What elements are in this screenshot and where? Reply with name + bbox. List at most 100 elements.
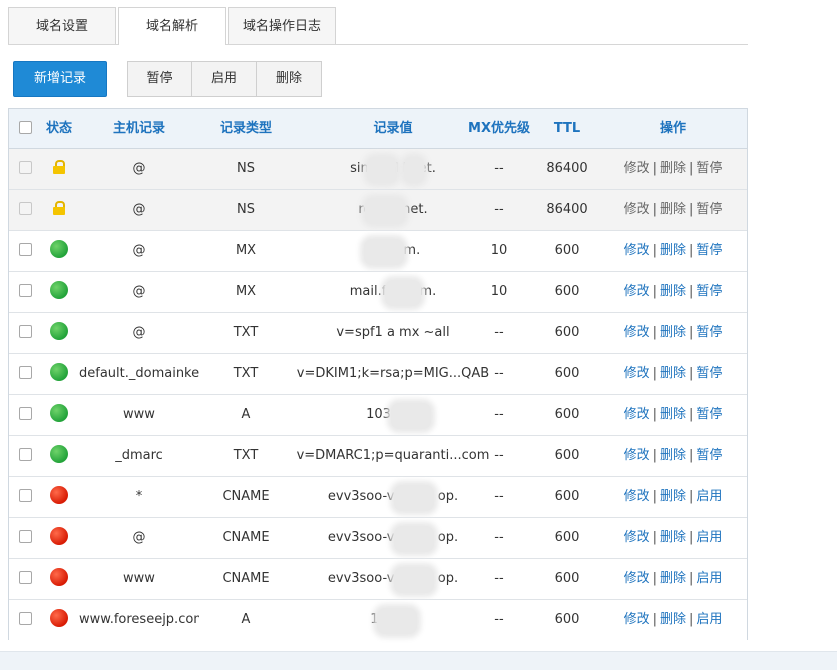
delete-link[interactable]: 删除 bbox=[660, 284, 686, 299]
row-checkbox[interactable] bbox=[18, 366, 32, 379]
actions-cell: 修改 | 删除 | 暂停 bbox=[605, 272, 741, 312]
table-row: www A 103.152 -- 600 修改 | 删除 | 暂停 bbox=[9, 395, 747, 436]
toggle-link[interactable]: 暂停 bbox=[696, 284, 722, 299]
actions-cell: 修改 | 删除 | 暂停 bbox=[605, 149, 741, 189]
edit-link[interactable]: 修改 bbox=[624, 530, 650, 545]
toggle-link[interactable]: 暂停 bbox=[696, 448, 722, 463]
row-checkbox[interactable] bbox=[18, 202, 32, 215]
table-row: @ CNAME evv3soo-v.cnam op. -- 600 修改 | 删除 | 启用 bbox=[9, 518, 747, 559]
delete-link[interactable]: 删除 bbox=[660, 161, 686, 176]
row-select-cell bbox=[15, 354, 35, 394]
edit-link[interactable]: 修改 bbox=[624, 489, 650, 504]
type-cell: TXT bbox=[233, 325, 259, 340]
delete-link[interactable]: 删除 bbox=[660, 325, 686, 340]
toggle-link[interactable]: 暂停 bbox=[696, 202, 722, 217]
row-checkbox[interactable] bbox=[18, 612, 32, 625]
action-separator: | bbox=[689, 161, 694, 176]
dns-records-table: 状态 主机记录 记录类型 记录值 MX优先级 TTL 操作 @ NS sinew.d… bbox=[8, 108, 748, 641]
toggle-link[interactable]: 暂停 bbox=[696, 366, 722, 381]
mx-cell: -- bbox=[494, 366, 504, 381]
row-checkbox[interactable] bbox=[18, 571, 32, 584]
row-checkbox[interactable] bbox=[18, 243, 32, 256]
actions-cell: 修改 | 删除 | 暂停 bbox=[605, 190, 741, 230]
action-separator: | bbox=[652, 366, 657, 381]
table-row: www CNAME evv3soo-v.cnam op. -- 600 修改 | 删除 | 启用 bbox=[9, 559, 747, 600]
toggle-link[interactable]: 启用 bbox=[696, 530, 722, 545]
edit-link[interactable]: 修改 bbox=[624, 202, 650, 217]
toggle-link[interactable]: 暂停 bbox=[696, 407, 722, 422]
action-separator: | bbox=[652, 571, 657, 586]
tab-domain-resolution[interactable]: 域名解析 bbox=[118, 7, 226, 45]
delete-link[interactable]: 删除 bbox=[660, 202, 686, 217]
tab-domain-settings[interactable]: 域名设置 bbox=[8, 7, 116, 44]
edit-link[interactable]: 修改 bbox=[624, 571, 650, 586]
toggle-link[interactable]: 暂停 bbox=[696, 243, 722, 258]
type-cell: CNAME bbox=[222, 571, 270, 586]
row-checkbox[interactable] bbox=[18, 530, 32, 543]
type-cell: TXT bbox=[233, 366, 259, 381]
delete-link[interactable]: 删除 bbox=[660, 530, 686, 545]
toggle-link[interactable]: 启用 bbox=[696, 489, 722, 504]
tab-bar: 域名设置 域名解析 域名操作日志 bbox=[8, 7, 748, 45]
row-select-cell bbox=[15, 395, 35, 435]
delete-link[interactable]: 删除 bbox=[660, 448, 686, 463]
table-row: www.foreseejp.com A 103.11 -- 600 修改 | 删除 | 启用 bbox=[9, 600, 747, 641]
actions-cell: 修改 | 删除 | 启用 bbox=[605, 559, 741, 599]
pause-button[interactable]: 暂停 bbox=[127, 61, 192, 97]
host-cell: www bbox=[123, 571, 155, 586]
status-cell bbox=[39, 190, 79, 230]
row-checkbox[interactable] bbox=[18, 284, 32, 297]
row-checkbox[interactable] bbox=[18, 325, 32, 338]
edit-link[interactable]: 修改 bbox=[624, 284, 650, 299]
row-checkbox[interactable] bbox=[18, 448, 32, 461]
action-separator: | bbox=[652, 202, 657, 217]
edit-link[interactable]: 修改 bbox=[624, 243, 650, 258]
lock-icon bbox=[52, 159, 66, 174]
add-record-button[interactable]: 新增记录 bbox=[13, 61, 107, 97]
host-cell: @ bbox=[132, 202, 146, 217]
enable-button[interactable]: 启用 bbox=[192, 61, 257, 97]
type-cell: TXT bbox=[233, 448, 259, 463]
row-checkbox[interactable] bbox=[18, 407, 32, 420]
status-paused-icon bbox=[50, 527, 68, 545]
edit-link[interactable]: 修改 bbox=[624, 161, 650, 176]
toggle-link[interactable]: 暂停 bbox=[696, 325, 722, 340]
delete-link[interactable]: 删除 bbox=[660, 571, 686, 586]
mx-cell: 10 bbox=[490, 243, 508, 258]
type-cell: A bbox=[241, 407, 251, 422]
delete-link[interactable]: 删除 bbox=[660, 366, 686, 381]
host-cell: _dmarc bbox=[115, 448, 163, 463]
header-status: 状态 bbox=[45, 121, 72, 136]
delete-link[interactable]: 删除 bbox=[660, 489, 686, 504]
edit-link[interactable]: 修改 bbox=[624, 407, 650, 422]
row-checkbox[interactable] bbox=[18, 489, 32, 502]
table-row: _dmarc TXT v=DMARC1;p=quaranti...com -- 600 修… bbox=[9, 436, 747, 477]
delete-link[interactable]: 删除 bbox=[660, 243, 686, 258]
table-row: @ NS rose. l.net. -- 86400 修改 | 删除 | 暂停 bbox=[9, 190, 747, 231]
edit-link[interactable]: 修改 bbox=[624, 448, 650, 463]
row-select-cell bbox=[15, 313, 35, 353]
edit-link[interactable]: 修改 bbox=[624, 612, 650, 627]
tab-domain-operation-log[interactable]: 域名操作日志 bbox=[228, 7, 336, 44]
table-row: @ MX fore om. 10 600 修改 | 删除 | 暂停 bbox=[9, 231, 747, 272]
actions-cell: 修改 | 删除 | 暂停 bbox=[605, 395, 741, 435]
toggle-link[interactable]: 启用 bbox=[696, 571, 722, 586]
delete-button[interactable]: 删除 bbox=[257, 61, 322, 97]
delete-link[interactable]: 删除 bbox=[660, 612, 686, 627]
delete-link[interactable]: 删除 bbox=[660, 407, 686, 422]
row-checkbox[interactable] bbox=[18, 161, 32, 174]
status-active-icon bbox=[50, 240, 68, 258]
row-select-cell bbox=[15, 231, 35, 271]
action-separator: | bbox=[652, 448, 657, 463]
status-cell bbox=[39, 477, 79, 517]
toggle-link[interactable]: 暂停 bbox=[696, 161, 722, 176]
status-paused-icon bbox=[50, 568, 68, 586]
edit-link[interactable]: 修改 bbox=[624, 366, 650, 381]
status-active-icon bbox=[50, 404, 68, 422]
host-cell: @ bbox=[132, 161, 146, 176]
ttl-cell: 600 bbox=[554, 612, 580, 627]
select-all-checkbox[interactable] bbox=[18, 121, 32, 134]
toggle-link[interactable]: 启用 bbox=[696, 612, 722, 627]
actions-cell: 修改 | 删除 | 暂停 bbox=[605, 313, 741, 353]
edit-link[interactable]: 修改 bbox=[624, 325, 650, 340]
